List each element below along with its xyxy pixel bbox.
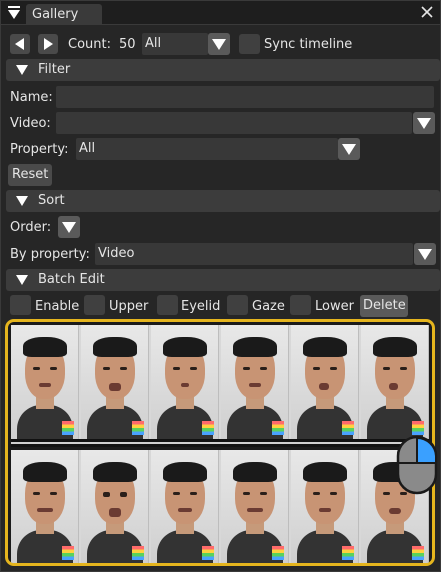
chevron-down-icon <box>342 144 356 155</box>
name-label: Name: <box>10 90 53 105</box>
eyelid-checkbox[interactable] <box>157 295 178 315</box>
chevron-down-icon <box>418 249 432 260</box>
property-color-icon <box>62 421 74 435</box>
property-color-icon <box>202 546 214 560</box>
property-color-icon <box>132 546 144 560</box>
property-dropdown[interactable] <box>338 138 360 160</box>
by-property-label: By property: <box>10 247 90 262</box>
thumbnail[interactable] <box>81 450 149 563</box>
arrow-right-icon <box>44 38 53 50</box>
collapse-icon <box>16 196 28 206</box>
gallery-window: Gallery Count: 50 All Sync timeline Filt… <box>0 0 441 572</box>
by-property-value: Video <box>98 246 135 261</box>
titlebar: Gallery <box>1 1 440 25</box>
filter-header[interactable]: Filter <box>6 59 440 81</box>
count-label: Count: <box>68 37 111 52</box>
chevron-down-icon <box>417 118 431 129</box>
thumbnail[interactable] <box>291 325 359 439</box>
gaze-label: Gaze <box>252 299 285 314</box>
property-color-icon <box>342 421 354 435</box>
chevron-down-icon <box>212 39 226 50</box>
video-dropdown[interactable] <box>413 112 435 134</box>
close-icon[interactable] <box>420 5 434 19</box>
eyelid-label: Eyelid <box>181 299 221 314</box>
menu-triangle-icon[interactable] <box>7 5 21 21</box>
name-input[interactable] <box>56 86 434 108</box>
lower-checkbox[interactable] <box>290 295 311 315</box>
reset-button[interactable]: Reset <box>8 164 52 186</box>
thumbnail[interactable] <box>81 325 149 439</box>
thumbnail[interactable] <box>221 325 289 439</box>
property-select[interactable]: All <box>76 138 338 160</box>
thumbnail-row <box>11 325 429 439</box>
property-color-icon <box>342 546 354 560</box>
sync-timeline-checkbox[interactable] <box>239 34 260 54</box>
thumbnail[interactable] <box>151 450 219 563</box>
property-color-icon <box>132 421 144 435</box>
upper-label: Upper <box>109 299 149 314</box>
collapse-icon <box>16 65 28 75</box>
by-property-select[interactable]: Video <box>95 243 413 265</box>
property-color-icon <box>272 421 284 435</box>
thumbnail[interactable] <box>11 325 79 439</box>
order-label: Order: <box>10 220 52 235</box>
video-label: Video: <box>10 116 51 131</box>
thumbnail-gallery[interactable] <box>5 319 435 566</box>
thumbnail[interactable] <box>361 325 429 439</box>
property-color-icon <box>412 421 424 435</box>
delete-button[interactable]: Delete <box>360 295 408 317</box>
thumbnail[interactable] <box>151 325 219 439</box>
upper-checkbox[interactable] <box>84 295 105 315</box>
arrow-left-icon <box>15 38 24 50</box>
count-filter-dropdown[interactable] <box>208 33 230 55</box>
enable-checkbox[interactable] <box>10 295 31 315</box>
count-filter-value: All <box>145 36 162 51</box>
by-property-dropdown[interactable] <box>414 243 436 265</box>
chevron-down-icon <box>62 222 76 233</box>
mouse-scroll-icon <box>396 435 438 495</box>
order-dropdown[interactable] <box>58 216 80 238</box>
tab-gallery[interactable]: Gallery <box>26 4 102 25</box>
thumbnail-row <box>11 450 429 563</box>
sort-header-label: Sort <box>38 193 65 208</box>
thumbnail[interactable] <box>11 450 79 563</box>
property-label: Property: <box>10 142 69 157</box>
video-select[interactable] <box>56 112 412 134</box>
batch-edit-header[interactable]: Batch Edit <box>6 269 440 291</box>
filter-header-label: Filter <box>38 62 71 77</box>
property-color-icon <box>272 546 284 560</box>
next-button[interactable] <box>38 34 58 54</box>
count-filter-select[interactable]: All <box>142 33 208 55</box>
thumbnail[interactable] <box>291 450 359 563</box>
property-color-icon <box>412 546 424 560</box>
sort-header[interactable]: Sort <box>6 190 440 212</box>
timeline-bar[interactable] <box>11 439 429 447</box>
property-color-icon <box>202 421 214 435</box>
thumbnail[interactable] <box>221 450 289 563</box>
sync-timeline-label: Sync timeline <box>264 37 353 52</box>
collapse-icon <box>16 275 28 285</box>
enable-label: Enable <box>35 299 80 314</box>
property-color-icon <box>62 546 74 560</box>
property-value: All <box>79 141 96 156</box>
lower-label: Lower <box>315 299 354 314</box>
gaze-checkbox[interactable] <box>227 295 248 315</box>
previous-button[interactable] <box>10 34 30 54</box>
count-value: 50 <box>119 37 136 52</box>
batch-edit-header-label: Batch Edit <box>38 272 105 287</box>
tab-label: Gallery <box>32 7 79 22</box>
